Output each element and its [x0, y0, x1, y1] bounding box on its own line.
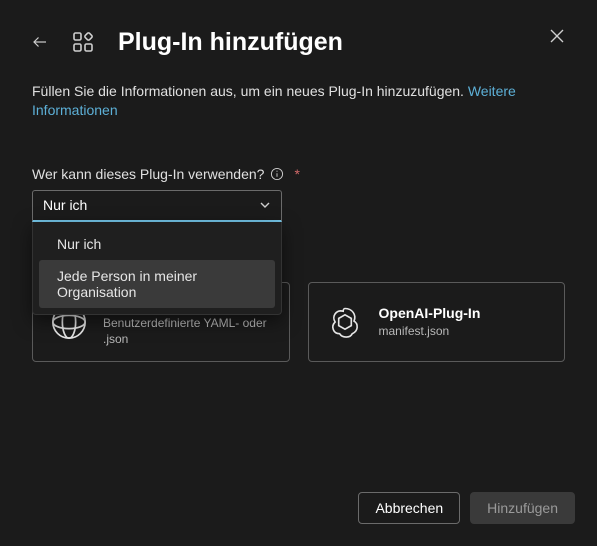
dialog-description: Füllen Sie die Informationen aus, um ein…: [0, 76, 597, 126]
who-can-use-dropdown[interactable]: Nur ich Nur ich Jede Person in meiner Or…: [32, 190, 282, 222]
dropdown-menu: Nur ich Jede Person in meiner Organisati…: [32, 222, 282, 315]
grid-plus-icon: [71, 30, 95, 54]
dialog-header: Plug-In hinzufügen: [0, 0, 597, 76]
add-button[interactable]: Hinzufügen: [470, 492, 575, 524]
card-openai[interactable]: OpenAI-Plug-In manifest.json: [308, 282, 566, 362]
info-icon[interactable]: [270, 167, 284, 181]
required-indicator: *: [294, 166, 299, 182]
card-subtitle: Benutzerdefinierte YAML- oder .json: [103, 315, 273, 347]
cancel-button[interactable]: Abbrechen: [358, 492, 460, 524]
description-text: Füllen Sie die Informationen aus, um ein…: [32, 83, 468, 99]
field-label: Wer kann dieses Plug-In verwenden?: [32, 166, 264, 182]
plugin-app-icon: [70, 29, 96, 55]
close-button[interactable]: [545, 24, 569, 48]
who-can-use-field: Wer kann dieses Plug-In verwenden? * Nur…: [0, 126, 597, 222]
dropdown-selected-value: Nur ich: [43, 197, 87, 213]
field-label-row: Wer kann dieses Plug-In verwenden? *: [32, 166, 565, 182]
back-button[interactable]: [24, 26, 56, 58]
card-text: OpenAI-Plug-In manifest.json: [379, 305, 481, 339]
card-subtitle: manifest.json: [379, 323, 481, 339]
dialog-title: Plug-In hinzufügen: [118, 28, 343, 57]
openai-icon: [325, 302, 365, 342]
close-icon: [550, 29, 564, 43]
arrow-left-icon: [31, 33, 49, 51]
dropdown-option-only-me[interactable]: Nur ich: [39, 228, 275, 260]
card-title: OpenAI-Plug-In: [379, 305, 481, 322]
dropdown-option-everyone-org[interactable]: Jede Person in meiner Organisation: [39, 260, 275, 308]
dropdown-trigger[interactable]: Nur ich: [32, 190, 282, 222]
dialog-footer: Abbrechen Hinzufügen: [358, 492, 575, 524]
chevron-down-icon: [259, 199, 271, 211]
